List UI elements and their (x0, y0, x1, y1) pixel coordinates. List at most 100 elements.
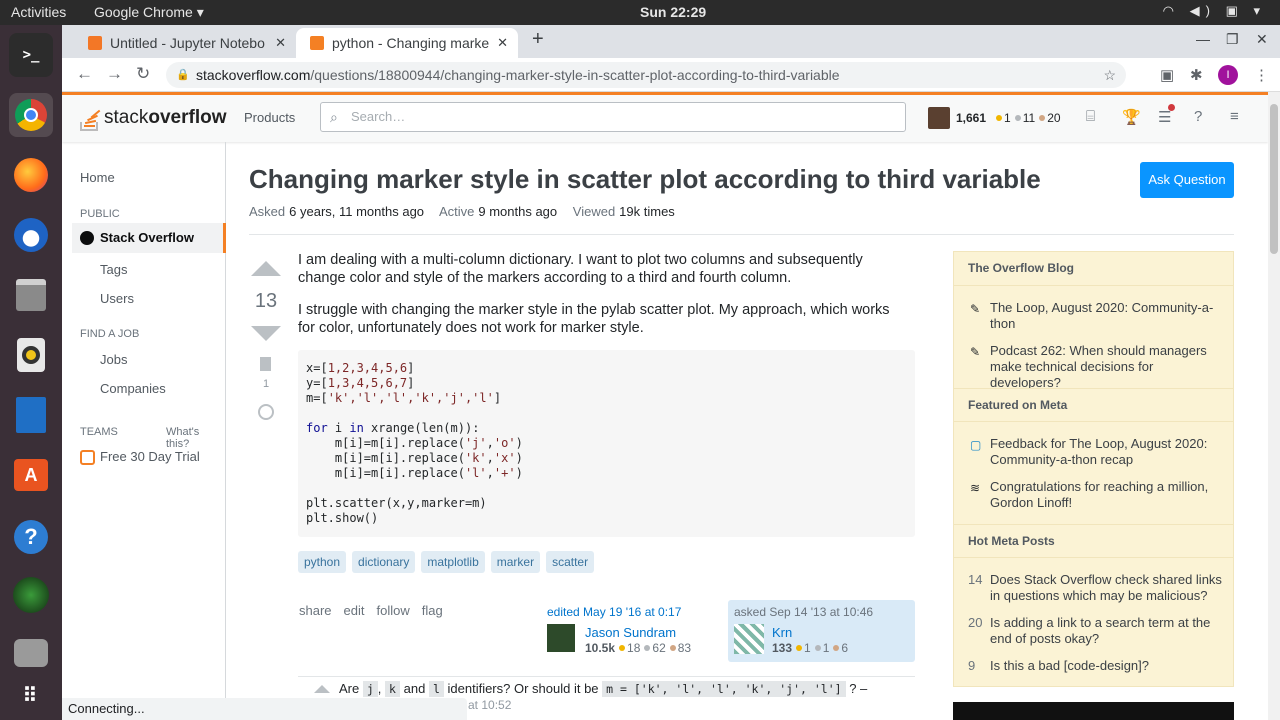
nav-jobs[interactable]: Jobs (100, 352, 127, 367)
thunderbird-icon[interactable] (9, 213, 53, 257)
chrome-menu-icon[interactable]: ⋮ (1254, 66, 1269, 84)
flag-link[interactable]: flag (422, 603, 443, 618)
close-tab-icon[interactable]: ✕ (275, 28, 286, 58)
achievements-icon[interactable]: 🏆 (1122, 108, 1141, 126)
search-icon: ⌕ (330, 109, 338, 125)
app-globe-icon[interactable] (9, 573, 53, 617)
show-apps-icon[interactable]: ⠿ (9, 673, 53, 717)
avatar[interactable] (928, 107, 950, 129)
tag-matplotlib[interactable]: matplotlib (421, 551, 485, 573)
scrollbar-thumb[interactable] (1270, 104, 1278, 254)
activities-button[interactable]: Activities (11, 4, 66, 20)
bronze-badges: 20 (1047, 111, 1061, 125)
edited-timestamp[interactable]: edited May 19 '16 at 0:17 (547, 605, 681, 619)
files-icon[interactable] (9, 273, 53, 317)
tag-dictionary[interactable]: dictionary (352, 551, 416, 573)
tag-python[interactable]: python (298, 551, 347, 573)
comment-time[interactable]: at 10:52 (468, 698, 511, 712)
edit-link[interactable]: edit (344, 603, 365, 618)
ad-banner[interactable] (953, 702, 1234, 720)
new-tab-button[interactable]: + (532, 28, 544, 51)
follow-link[interactable]: follow (377, 603, 410, 618)
back-icon[interactable]: ← (76, 64, 93, 84)
hot-post[interactable]: Does Stack Overflow check shared links i… (990, 572, 1222, 604)
search-placeholder: Search… (351, 109, 406, 124)
terminal-icon[interactable]: >_ (9, 33, 53, 77)
app-menu[interactable]: Google Chrome ▾ (94, 4, 204, 21)
tab-stackoverflow[interactable]: python - Changing marke ✕ (296, 28, 518, 58)
scrollbar[interactable] (1268, 92, 1280, 720)
tab-jupyter[interactable]: Untitled - Jupyter Notebo ✕ (74, 28, 296, 58)
tag-scatter[interactable]: scatter (546, 551, 595, 573)
blog-item[interactable]: The Loop, August 2020: Community-a-thon (990, 300, 1222, 332)
site-switcher-icon[interactable]: ≡ (1230, 108, 1239, 125)
comment-icon: ▢ (970, 438, 982, 452)
rhythmbox-icon[interactable] (9, 333, 53, 377)
hot-post[interactable]: Is this a bad [code-design]? (990, 658, 1222, 674)
bookmark-icon[interactable] (260, 357, 271, 371)
free-trial-link[interactable]: Free 30 Day Trial (100, 449, 200, 464)
editor-avatar[interactable] (547, 624, 575, 652)
active-value[interactable]: 9 months ago (478, 204, 557, 219)
hot-post-count: 9 (968, 658, 976, 673)
asker-avatar[interactable] (734, 624, 764, 654)
clock[interactable]: Sun 22:29 (640, 4, 706, 20)
extensions-icon[interactable]: ✱ (1190, 66, 1203, 84)
review-queue-icon[interactable]: ☰ (1158, 104, 1176, 126)
nav-stackoverflow[interactable]: Stack Overflow (72, 223, 226, 253)
meta-item[interactable]: Congratulations for reaching a million, … (990, 479, 1222, 511)
asker-name[interactable]: Krn (772, 625, 792, 640)
ask-question-button[interactable]: Ask Question (1140, 162, 1234, 198)
maximize-icon[interactable]: ❐ (1226, 31, 1239, 48)
meta-item[interactable]: Feedback for The Loop, August 2020: Comm… (990, 436, 1222, 468)
downvote-icon[interactable] (251, 326, 281, 341)
search-input[interactable]: ⌕ Search… (320, 102, 906, 132)
forward-icon[interactable]: → (106, 64, 123, 84)
close-tab-icon[interactable]: ✕ (497, 28, 508, 58)
nav-section-find-job: FIND A JOB (80, 328, 140, 340)
stackoverflow-logo[interactable]: stackoverflow (80, 105, 226, 131)
nav-companies[interactable]: Companies (100, 381, 166, 396)
writer-icon[interactable] (9, 393, 53, 437)
whats-this-link[interactable]: What's this? (166, 426, 225, 450)
upvote-icon[interactable] (251, 261, 281, 276)
question-title[interactable]: Changing marker style in scatter plot ac… (249, 164, 1041, 195)
system-tray-icons[interactable]: ◠ ◀) ▣ ▾ (1163, 3, 1266, 19)
facebook-extension-icon[interactable]: ▣ (1160, 66, 1174, 84)
close-window-icon[interactable]: ✕ (1256, 31, 1268, 48)
asked-label: Asked (249, 204, 286, 219)
minimize-icon[interactable]: — (1196, 31, 1210, 47)
code-block[interactable]: x=[1,2,3,4,5,6] y=[1,3,4,5,6,7] m=['k','… (298, 350, 915, 537)
firefox-icon[interactable] (9, 153, 53, 197)
url-field[interactable]: 🔒 stackoverflow.com/questions/18800944/c… (166, 62, 1126, 88)
editor-name[interactable]: Jason Sundram (585, 625, 676, 640)
products-menu[interactable]: Products (244, 110, 295, 125)
history-icon[interactable] (258, 404, 274, 420)
tab-label: python - Changing marke (332, 35, 490, 51)
hot-post[interactable]: Is adding a link to a search term at the… (990, 615, 1222, 647)
nav-label: Stack Overflow (100, 230, 194, 245)
address-bar-row: ← → ↻ 🔒 stackoverflow.com/questions/1880… (62, 58, 1280, 92)
help-icon[interactable]: ? (1194, 108, 1202, 125)
logo-text-stack: stack (104, 107, 149, 128)
reload-icon[interactable]: ↻ (136, 64, 150, 84)
inbox-icon[interactable]: ⌸ (1086, 108, 1095, 125)
tag-marker[interactable]: marker (490, 551, 541, 573)
meta-heading: Featured on Meta (954, 388, 1233, 422)
chrome-icon[interactable] (9, 93, 53, 137)
user-card[interactable]: 1,661 1 11 20 (928, 107, 1061, 129)
stack-logo-icon (80, 105, 101, 131)
profile-avatar[interactable]: I (1218, 65, 1238, 85)
nav-home[interactable]: Home (80, 170, 115, 185)
blog-item[interactable]: Podcast 262: When should managers make t… (990, 343, 1222, 391)
nav-tags[interactable]: Tags (100, 262, 127, 277)
nav-users[interactable]: Users (100, 291, 134, 306)
comment-upvote-icon[interactable] (314, 685, 330, 693)
help-icon[interactable]: ? (9, 515, 53, 559)
bookmark-star-icon[interactable]: ☆ (1103, 62, 1116, 88)
nav-section-public: PUBLIC (80, 208, 120, 220)
share-link[interactable]: share (299, 603, 332, 618)
settings-icon[interactable] (9, 631, 53, 675)
post-actions: share edit follow flag (299, 603, 443, 618)
software-center-icon[interactable]: A (9, 453, 53, 497)
